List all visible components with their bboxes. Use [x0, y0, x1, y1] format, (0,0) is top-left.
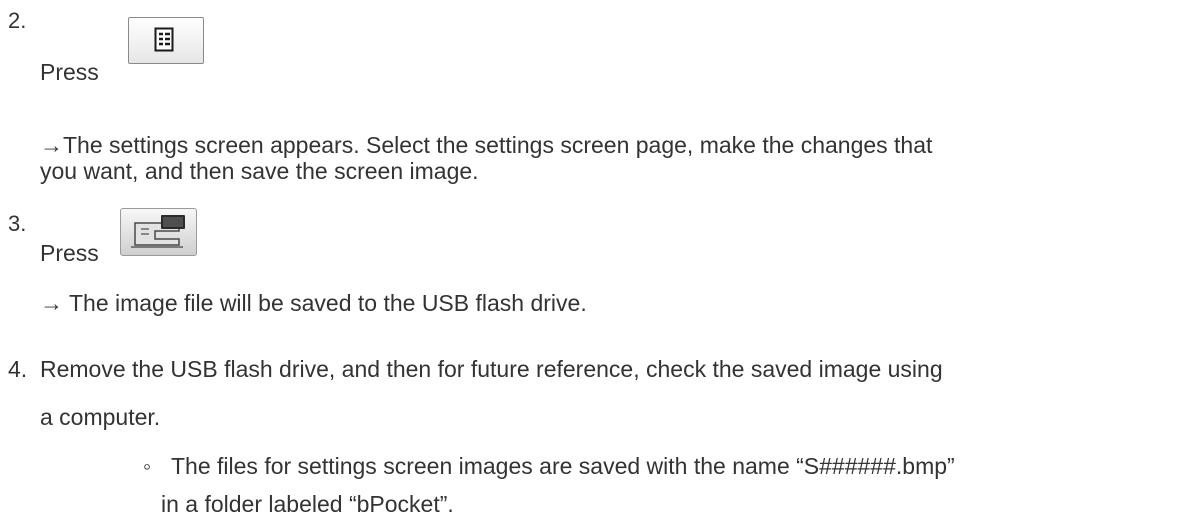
- step-3-result: → The image file will be saved to the US…: [40, 290, 587, 316]
- step-2-number: 2.: [8, 8, 27, 33]
- step-3-press-label: Press: [40, 240, 99, 266]
- step-4-text-line-1: Remove the USB flash drive, and then for…: [40, 356, 943, 382]
- settings-button[interactable]: [128, 17, 204, 64]
- step-4-text-line-2: a computer.: [40, 404, 161, 430]
- settings-icon: [154, 27, 174, 52]
- step-3-number: 3.: [8, 211, 27, 236]
- step-2-result-line-1: →The settings screen appears. Select the…: [40, 132, 933, 158]
- note-bullet: ◦: [143, 453, 152, 479]
- step-4-number: 4.: [8, 356, 28, 382]
- embroidery-machine-button[interactable]: [120, 208, 197, 256]
- embroidery-machine-icon: [131, 215, 185, 248]
- step-2-press-label: Press: [40, 59, 99, 85]
- note-line-2: in a folder labeled “bPocket”.: [161, 491, 454, 517]
- note-line-1: The files for settings screen images are…: [171, 453, 955, 479]
- step-2-result-line-2: you want, and then save the screen image…: [40, 158, 479, 184]
